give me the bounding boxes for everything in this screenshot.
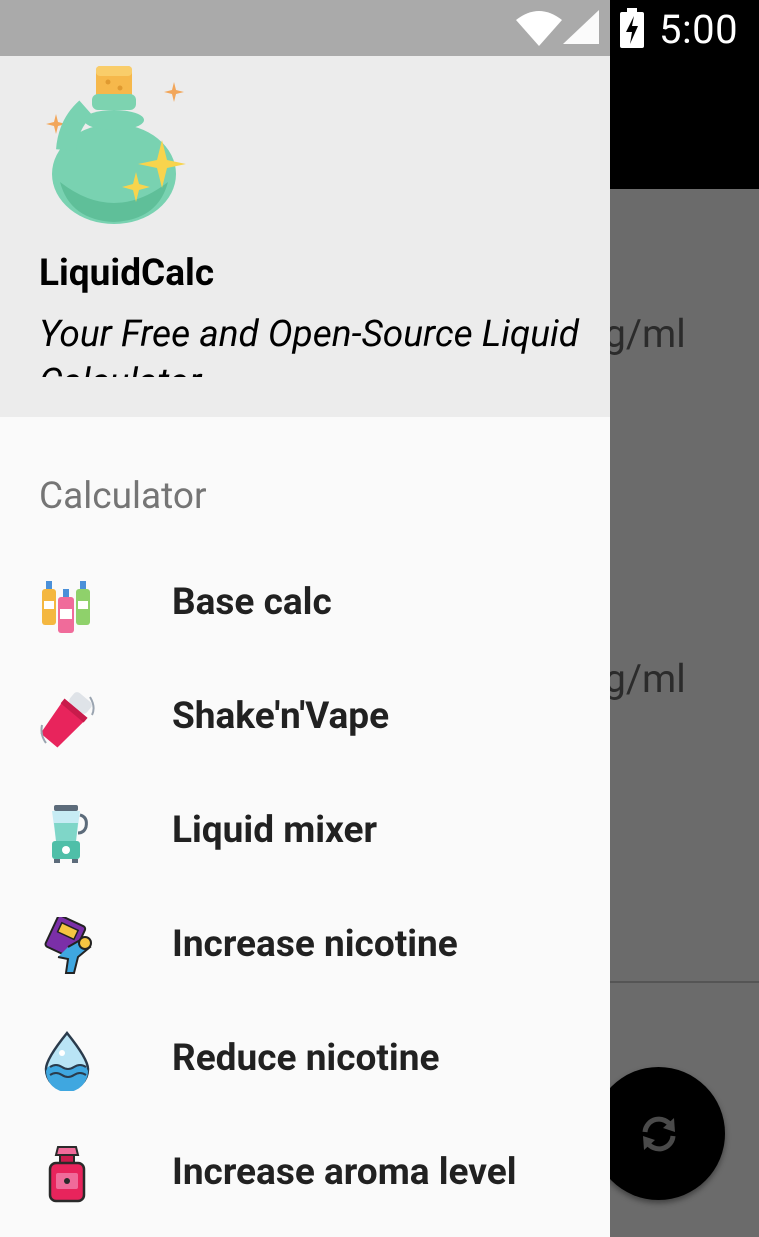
menu-item-label: Increase aroma level xyxy=(172,1151,517,1194)
app-title: LiquidCalc xyxy=(39,252,215,295)
menu-item-increase-aroma-level[interactable]: Increase aroma level xyxy=(0,1123,610,1237)
app-subtitle: Your Free and Open-Source Liquid Calcula… xyxy=(39,313,579,377)
potion-logo-icon xyxy=(46,66,186,224)
wifi-icon: x xyxy=(516,11,562,46)
menu-item-reduce-nicotine[interactable]: Reduce nicotine xyxy=(0,1009,610,1123)
shaker-icon xyxy=(40,692,95,748)
drawer-header: LiquidCalc Your Free and Open-Source Liq… xyxy=(0,56,610,417)
strong-hand-icon xyxy=(44,917,92,974)
navigation-drawer: LiquidCalc Your Free and Open-Source Liq… xyxy=(0,56,610,1237)
cell-signal-icon xyxy=(563,10,599,44)
subtitle-container: Your Free and Open-Source Liquid Calcula… xyxy=(39,311,599,377)
unit-label: g/ml xyxy=(604,311,686,357)
menu-item-label: Increase nicotine xyxy=(172,923,458,966)
water-drop-icon xyxy=(44,1031,90,1091)
status-bar-left: x xyxy=(0,0,610,56)
blender-icon xyxy=(52,805,88,863)
perfume-bottle-icon xyxy=(48,1146,86,1203)
status-bar: x 5:00 xyxy=(0,0,759,56)
menu-item-increase-nicotine[interactable]: Increase nicotine xyxy=(0,895,610,1009)
menu-item-shake-n-vape[interactable]: Shake'n'Vape xyxy=(0,667,610,781)
battery-charging-icon xyxy=(620,8,644,48)
menu-item-label: Reduce nicotine xyxy=(172,1037,440,1080)
menu-item-label: Liquid mixer xyxy=(172,809,378,852)
refresh-icon xyxy=(642,1116,675,1151)
clock: 5:00 xyxy=(659,6,739,53)
menu-item-label: Shake'n'Vape xyxy=(172,695,390,738)
menu-item-base-calc[interactable]: Base calc xyxy=(0,553,610,667)
section-title: Calculator xyxy=(39,475,207,518)
bottles-icon xyxy=(42,581,90,633)
refresh-fab[interactable] xyxy=(592,1067,725,1200)
svg-text:x: x xyxy=(547,32,555,46)
unit-label: g/ml xyxy=(604,656,686,702)
menu-item-label: Base calc xyxy=(172,581,332,624)
divider xyxy=(610,981,759,983)
menu-item-liquid-mixer[interactable]: Liquid mixer xyxy=(0,781,610,895)
